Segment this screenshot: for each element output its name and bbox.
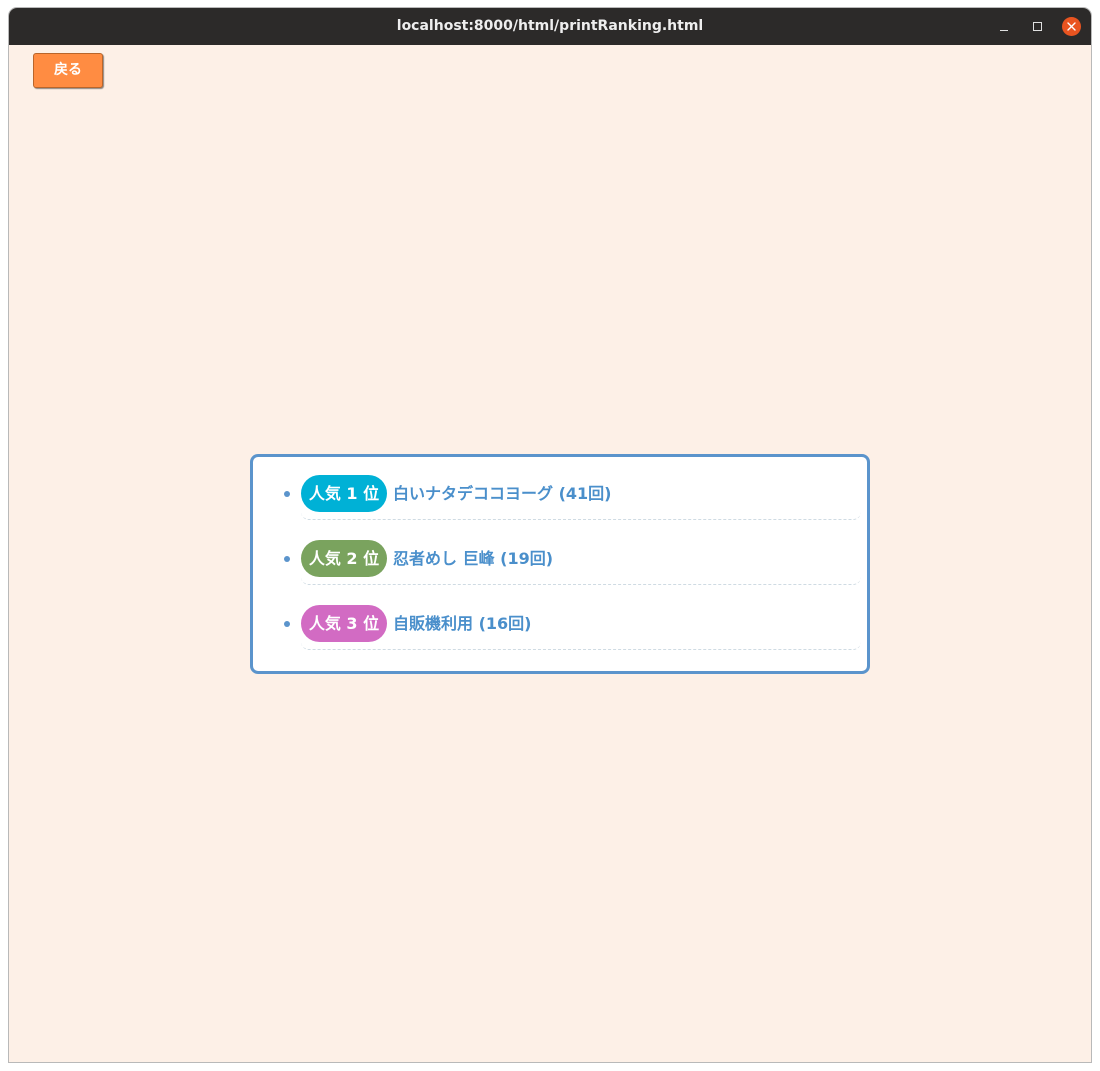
- ranking-panel: 人気 1 位 白いナタデココヨーグ (41回) 人気 2 位 忍者めし 巨峰 (…: [250, 454, 870, 674]
- rank-badge-1: 人気 1 位: [301, 475, 387, 512]
- list-bullet: [284, 556, 290, 562]
- minimize-button[interactable]: [994, 17, 1013, 36]
- rank-badge-2: 人気 2 位: [301, 540, 387, 577]
- ranking-item-1: 人気 1 位 白いナタデココヨーグ (41回): [284, 470, 861, 520]
- list-bullet: [284, 491, 290, 497]
- title-bar: localhost:8000/html/printRanking.html: [9, 8, 1091, 45]
- rank-label-3[interactable]: 自販機利用 (16回): [393, 605, 531, 642]
- back-button[interactable]: 戻る: [33, 53, 103, 88]
- close-button[interactable]: [1062, 17, 1081, 36]
- browser-window: localhost:8000/html/printRanking.html 戻る…: [9, 8, 1091, 1062]
- close-icon: [1067, 22, 1076, 31]
- list-bullet: [284, 621, 290, 627]
- maximize-icon: [1033, 22, 1042, 31]
- ranking-item-3: 人気 3 位 自販機利用 (16回): [284, 600, 861, 650]
- rank-label-2[interactable]: 忍者めし 巨峰 (19回): [393, 540, 553, 577]
- window-title: localhost:8000/html/printRanking.html: [396, 18, 704, 34]
- rank-label-1[interactable]: 白いナタデココヨーグ (41回): [393, 475, 611, 512]
- maximize-button[interactable]: [1028, 17, 1047, 36]
- page-content: 戻る 人気 1 位 白いナタデココヨーグ (41回) 人気 2 位 忍者めし 巨…: [9, 45, 1091, 1062]
- minimize-icon: [999, 30, 1008, 31]
- rank-badge-3: 人気 3 位: [301, 605, 387, 642]
- ranking-item-2: 人気 2 位 忍者めし 巨峰 (19回): [284, 535, 861, 585]
